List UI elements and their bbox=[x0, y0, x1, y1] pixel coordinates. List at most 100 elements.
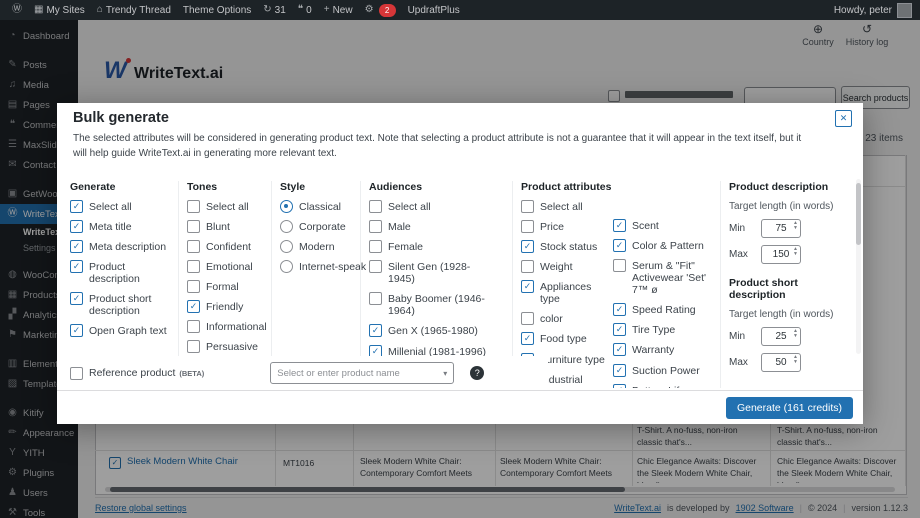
comments-bubble-icon: ❝ bbox=[298, 5, 303, 15]
reference-product-checkbox[interactable] bbox=[70, 367, 83, 380]
short-description-max-input[interactable]: 50 ▲▼ bbox=[761, 353, 801, 372]
product-description-header: Product description bbox=[729, 181, 851, 194]
admin-bar-account[interactable]: Howdy, peter bbox=[834, 3, 914, 18]
generate-button[interactable]: Generate (161 credits) bbox=[726, 397, 853, 419]
checkbox-serum-fit-activewear-set-7[interactable]: Serum & "Fit" Activewear 'Set' 7™ ø bbox=[613, 259, 718, 296]
radio-modern[interactable]: Modern bbox=[280, 240, 368, 253]
checkbox-price[interactable]: Price bbox=[521, 220, 613, 233]
admin-bar-item-label: 0 bbox=[306, 5, 312, 16]
checkbox-formal[interactable]: Formal bbox=[187, 280, 273, 293]
stepper-arrows-icon[interactable]: ▲▼ bbox=[793, 355, 798, 365]
checkbox-icon bbox=[613, 323, 626, 336]
checkbox-speed-rating[interactable]: Speed Rating bbox=[613, 303, 718, 316]
admin-bar-item-0[interactable]: ❝0 bbox=[292, 0, 318, 20]
checkbox-product-description[interactable]: Product description bbox=[70, 260, 175, 285]
checkbox-icon bbox=[521, 240, 534, 253]
my-sites-icon: ▦ bbox=[34, 5, 43, 15]
checkbox-icon bbox=[521, 200, 534, 213]
option-label: Select all bbox=[206, 200, 249, 213]
option-label: Price bbox=[540, 220, 564, 233]
checkbox-gen-x-1965-1980[interactable]: Gen X (1965-1980) bbox=[369, 324, 495, 337]
select-placeholder: Select or enter product name bbox=[277, 368, 400, 379]
chevron-down-icon: ▾ bbox=[443, 369, 447, 378]
modal-scrollbar-thumb[interactable] bbox=[856, 183, 861, 245]
checkbox-icon bbox=[369, 200, 382, 213]
close-icon[interactable]: ✕ bbox=[835, 110, 852, 127]
option-label: Meta description bbox=[89, 240, 166, 253]
checkbox-confident[interactable]: Confident bbox=[187, 240, 273, 253]
option-label: Informational bbox=[206, 320, 267, 333]
checkbox-food-type[interactable]: Food type bbox=[521, 332, 613, 345]
min-label: Min bbox=[729, 223, 751, 234]
checkbox-icon bbox=[613, 259, 626, 272]
checkbox-meta-description[interactable]: Meta description bbox=[70, 240, 175, 253]
option-label: Silent Gen (1928-1945) bbox=[388, 260, 495, 285]
checkbox-stock-status[interactable]: Stock status bbox=[521, 240, 613, 253]
checkbox-tire-type[interactable]: Tire Type bbox=[613, 323, 718, 336]
admin-bar-item-new[interactable]: +New bbox=[318, 0, 359, 20]
admin-bar-item-my-sites[interactable]: ▦My Sites bbox=[28, 0, 91, 20]
checkbox-color-pattern[interactable]: Color & Pattern bbox=[613, 239, 718, 252]
checkbox-suction-power[interactable]: Suction Power bbox=[613, 364, 718, 377]
admin-bar-item-trendy-thread[interactable]: ⌂Trendy Thread bbox=[91, 0, 177, 20]
description-min-input[interactable]: 75 ▲▼ bbox=[761, 219, 801, 238]
stepper-arrows-icon[interactable]: ▲▼ bbox=[793, 221, 798, 231]
checkbox-male[interactable]: Male bbox=[369, 220, 495, 233]
column-header: Style bbox=[280, 181, 368, 193]
option-label: Product description bbox=[89, 260, 175, 285]
checkbox-select-all[interactable]: Select all bbox=[521, 200, 613, 213]
checkbox-icon bbox=[613, 219, 626, 232]
help-icon[interactable]: ? bbox=[470, 366, 484, 380]
checkbox-color[interactable]: color bbox=[521, 312, 613, 325]
option-label: Formal bbox=[206, 280, 239, 293]
checkbox-friendly[interactable]: Friendly bbox=[187, 300, 273, 313]
checkbox-scent[interactable]: Scent bbox=[613, 219, 718, 232]
admin-bar-item-label: UpdraftPlus bbox=[408, 5, 460, 16]
checkbox-product-short-description[interactable]: Product short description bbox=[70, 292, 175, 317]
checkbox-persuasive[interactable]: Persuasive bbox=[187, 340, 273, 353]
admin-bar-item-theme-options[interactable]: Theme Options bbox=[177, 0, 257, 20]
reference-product-select[interactable]: Select or enter product name ▾ bbox=[270, 362, 454, 384]
checkbox-meta-title[interactable]: Meta title bbox=[70, 220, 175, 233]
screen: Ⓦ▦My Sites⌂Trendy ThreadTheme Options↻31… bbox=[0, 0, 920, 518]
checkbox-icon bbox=[613, 303, 626, 316]
admin-bar-item-updraftplus[interactable]: UpdraftPlus bbox=[402, 0, 466, 20]
checkbox-weight[interactable]: Weight bbox=[521, 260, 613, 273]
checkbox-icon bbox=[70, 260, 83, 273]
checkbox-informational[interactable]: Informational bbox=[187, 320, 273, 333]
radio-classical[interactable]: Classical bbox=[280, 200, 368, 213]
checkbox-icon bbox=[70, 240, 83, 253]
radio-icon bbox=[280, 220, 293, 233]
checkbox-warranty[interactable]: Warranty bbox=[613, 343, 718, 356]
max-value: 50 bbox=[775, 357, 786, 368]
stepper-arrows-icon[interactable]: ▲▼ bbox=[793, 329, 798, 339]
checkbox-blunt[interactable]: Blunt bbox=[187, 220, 273, 233]
checkbox-female[interactable]: Female bbox=[369, 240, 495, 253]
checkbox-emotional[interactable]: Emotional bbox=[187, 260, 273, 273]
description-max-input[interactable]: 150 ▲▼ bbox=[761, 245, 801, 264]
radio-internet-speak[interactable]: Internet-speak bbox=[280, 260, 368, 273]
checkbox-icon bbox=[187, 300, 200, 313]
checkbox-icon bbox=[369, 260, 382, 273]
checkbox-appliances-type[interactable]: Appliances type bbox=[521, 280, 613, 305]
stepper-arrows-icon[interactable]: ▲▼ bbox=[793, 247, 798, 257]
radio-corporate[interactable]: Corporate bbox=[280, 220, 368, 233]
checkbox-baby-boomer-1946-1964[interactable]: Baby Boomer (1946-1964) bbox=[369, 292, 495, 317]
max-label: Max bbox=[729, 249, 751, 260]
checkbox-icon bbox=[187, 340, 200, 353]
checkbox-icon bbox=[369, 220, 382, 233]
admin-bar-item-wordpress-logo-icon[interactable]: Ⓦ bbox=[6, 0, 28, 20]
checkbox-select-all[interactable]: Select all bbox=[187, 200, 273, 213]
checkbox-select-all[interactable]: Select all bbox=[369, 200, 495, 213]
checkbox-select-all[interactable]: Select all bbox=[70, 200, 175, 213]
short-description-min-input[interactable]: 25 ▲▼ bbox=[761, 327, 801, 346]
admin-bar-item-label: 31 bbox=[275, 5, 286, 16]
checkbox-battery-life[interactable]: Battery Life bbox=[613, 384, 718, 388]
option-label: Blunt bbox=[206, 220, 230, 233]
checkbox-silent-gen-1928-1945[interactable]: Silent Gen (1928-1945) bbox=[369, 260, 495, 285]
option-label: Gen X (1965-1980) bbox=[388, 324, 478, 337]
checkbox-open-graph-text[interactable]: Open Graph text bbox=[70, 324, 175, 337]
admin-bar-item-plugin-icon[interactable]: ⚙2 bbox=[359, 0, 402, 20]
checkbox-icon bbox=[521, 280, 534, 293]
admin-bar-item-31[interactable]: ↻31 bbox=[257, 0, 292, 20]
